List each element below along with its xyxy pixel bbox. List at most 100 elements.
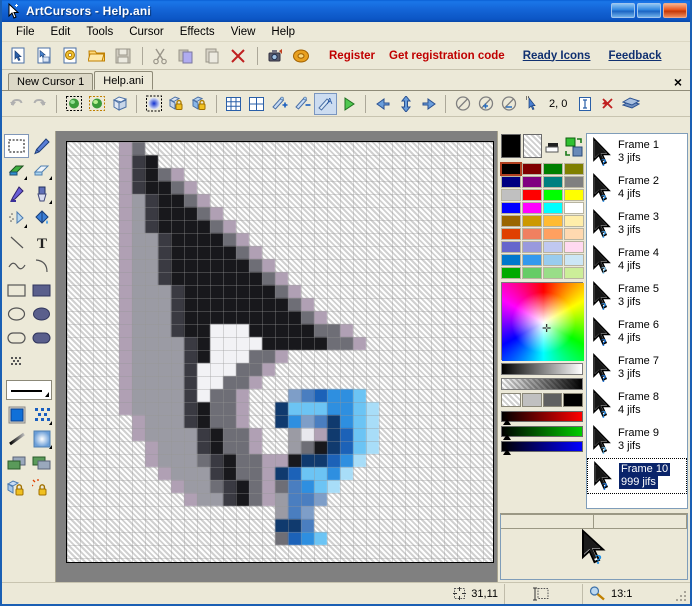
solid-color-option[interactable] (4, 403, 29, 427)
hotspot-icon[interactable] (520, 93, 543, 115)
color-swatch[interactable] (501, 189, 521, 201)
fill-tool[interactable] (29, 206, 54, 230)
alpha-swatch[interactable] (542, 393, 563, 407)
menu-file[interactable]: File (8, 24, 43, 40)
round-rect-filled-tool[interactable] (29, 326, 54, 350)
frame-properties-icon[interactable] (573, 93, 596, 115)
color-swatch[interactable] (564, 241, 584, 253)
color-swatch[interactable] (564, 163, 584, 175)
move-right-icon[interactable] (417, 93, 440, 115)
move-vertical-icon[interactable] (394, 93, 417, 115)
zoom-in-icon[interactable] (268, 93, 291, 115)
undo-icon[interactable] (5, 93, 28, 115)
minimize-button[interactable] (611, 3, 635, 18)
color-swatch[interactable] (522, 163, 542, 175)
frame-list-item[interactable]: ? Frame 24 jifs (587, 170, 687, 206)
marker-tool[interactable] (4, 182, 29, 206)
cut-icon[interactable] (148, 44, 172, 68)
color-picker-gradient[interactable]: ✛ (501, 282, 584, 361)
color-swatch[interactable] (501, 176, 521, 188)
dither-tool[interactable] (4, 350, 29, 374)
swap-colors-icon[interactable] (565, 137, 583, 157)
grayscale-bar[interactable] (501, 363, 583, 375)
color-swatch[interactable] (564, 176, 584, 188)
frame-list-item[interactable]: ? Frame 33 jifs (587, 206, 687, 242)
ready-icons-link[interactable]: Ready Icons (523, 50, 591, 62)
color-swatch[interactable] (522, 254, 542, 266)
rect-select-tool[interactable] (4, 134, 29, 158)
paste-icon[interactable] (200, 44, 224, 68)
color-swatch[interactable] (501, 228, 521, 240)
select-all-icon[interactable] (62, 93, 85, 115)
color-swatch[interactable] (501, 215, 521, 227)
new-cursor-icon[interactable] (7, 44, 31, 68)
color-swatch[interactable] (564, 254, 584, 266)
feedback-link[interactable]: Feedback (608, 50, 661, 62)
frame-list-item[interactable]: ? Frame 73 jifs (587, 350, 687, 386)
color-swatch[interactable] (522, 176, 542, 188)
capture-icon[interactable] (263, 44, 287, 68)
color-overlay-icon[interactable] (545, 142, 562, 153)
background-color-swatch[interactable] (523, 134, 542, 158)
rotate-remove-icon[interactable] (497, 93, 520, 115)
copy-icon[interactable] (174, 44, 198, 68)
zoom-out-icon[interactable] (291, 93, 314, 115)
resize-grip-icon[interactable] (674, 589, 688, 603)
frame-list-item[interactable]: ? Frame 93 jifs (587, 422, 687, 458)
foreground-color-swatch[interactable] (501, 134, 522, 158)
rotate-icon[interactable] (451, 93, 474, 115)
alpha-swatch[interactable] (521, 393, 542, 407)
cube-icon[interactable] (108, 93, 131, 115)
line-tool[interactable] (4, 230, 29, 254)
frame-list-item[interactable]: ? Frame 84 jifs (587, 386, 687, 422)
lock-option[interactable] (4, 475, 29, 499)
menu-effects[interactable]: Effects (172, 24, 223, 40)
magic-wand-icon[interactable]: A (314, 92, 337, 115)
grid-coarse-icon[interactable] (245, 93, 268, 115)
color-swatch[interactable] (501, 267, 521, 279)
pattern-option[interactable] (29, 403, 54, 427)
color-swatch[interactable] (522, 202, 542, 214)
color-swatch[interactable] (543, 163, 563, 175)
color-swatch[interactable] (543, 267, 563, 279)
frame-list-item[interactable]: ? Frame 44 jifs (587, 242, 687, 278)
unlock-alpha-icon[interactable] (188, 93, 211, 115)
gradient-fill-option[interactable] (29, 427, 54, 451)
open-folder-icon[interactable] (85, 44, 109, 68)
frame-list-item[interactable]: ? Frame 64 jifs (587, 314, 687, 350)
ellipse-filled-tool[interactable] (29, 302, 54, 326)
frames-list[interactable]: ? Frame 13 jifs ? Frame 24 jifs ? Frame … (586, 133, 688, 509)
new-from-file-icon[interactable] (33, 44, 57, 68)
color-swatch[interactable] (564, 202, 584, 214)
tab-new-cursor-1[interactable]: New Cursor 1 (8, 73, 94, 90)
blue-slider-knob[interactable] (503, 449, 511, 455)
menu-cursor[interactable]: Cursor (121, 24, 172, 40)
unlock-option[interactable] (29, 475, 54, 499)
green-slider[interactable] (501, 426, 583, 440)
select-region-icon[interactable] (85, 93, 108, 115)
arc-tool[interactable] (29, 254, 54, 278)
color-swatch[interactable] (522, 228, 542, 240)
ellipse-tool[interactable] (4, 302, 29, 326)
menu-edit[interactable]: Edit (43, 24, 79, 40)
close-tab-icon[interactable]: × (674, 75, 682, 89)
eraser-color-tool[interactable] (4, 158, 29, 182)
hue-saturation-field[interactable] (502, 283, 584, 361)
brush-tool[interactable] (29, 182, 54, 206)
layers-icon[interactable] (619, 93, 642, 115)
play-icon[interactable] (337, 93, 360, 115)
delete-icon[interactable] (226, 44, 250, 68)
rotate-add-icon[interactable] (474, 93, 497, 115)
save-icon[interactable] (111, 44, 135, 68)
color-swatch[interactable] (522, 267, 542, 279)
layer-back-option[interactable] (29, 451, 54, 475)
canvas-area[interactable] (56, 131, 498, 582)
color-swatch[interactable] (543, 176, 563, 188)
lock-alpha-icon[interactable] (165, 93, 188, 115)
library-icon[interactable] (289, 44, 313, 68)
maximize-button[interactable] (637, 3, 661, 18)
red-slider-knob[interactable] (503, 419, 511, 425)
alpha-swatch[interactable] (563, 393, 583, 407)
rectangle-tool[interactable] (4, 278, 29, 302)
color-swatch[interactable] (501, 241, 521, 253)
